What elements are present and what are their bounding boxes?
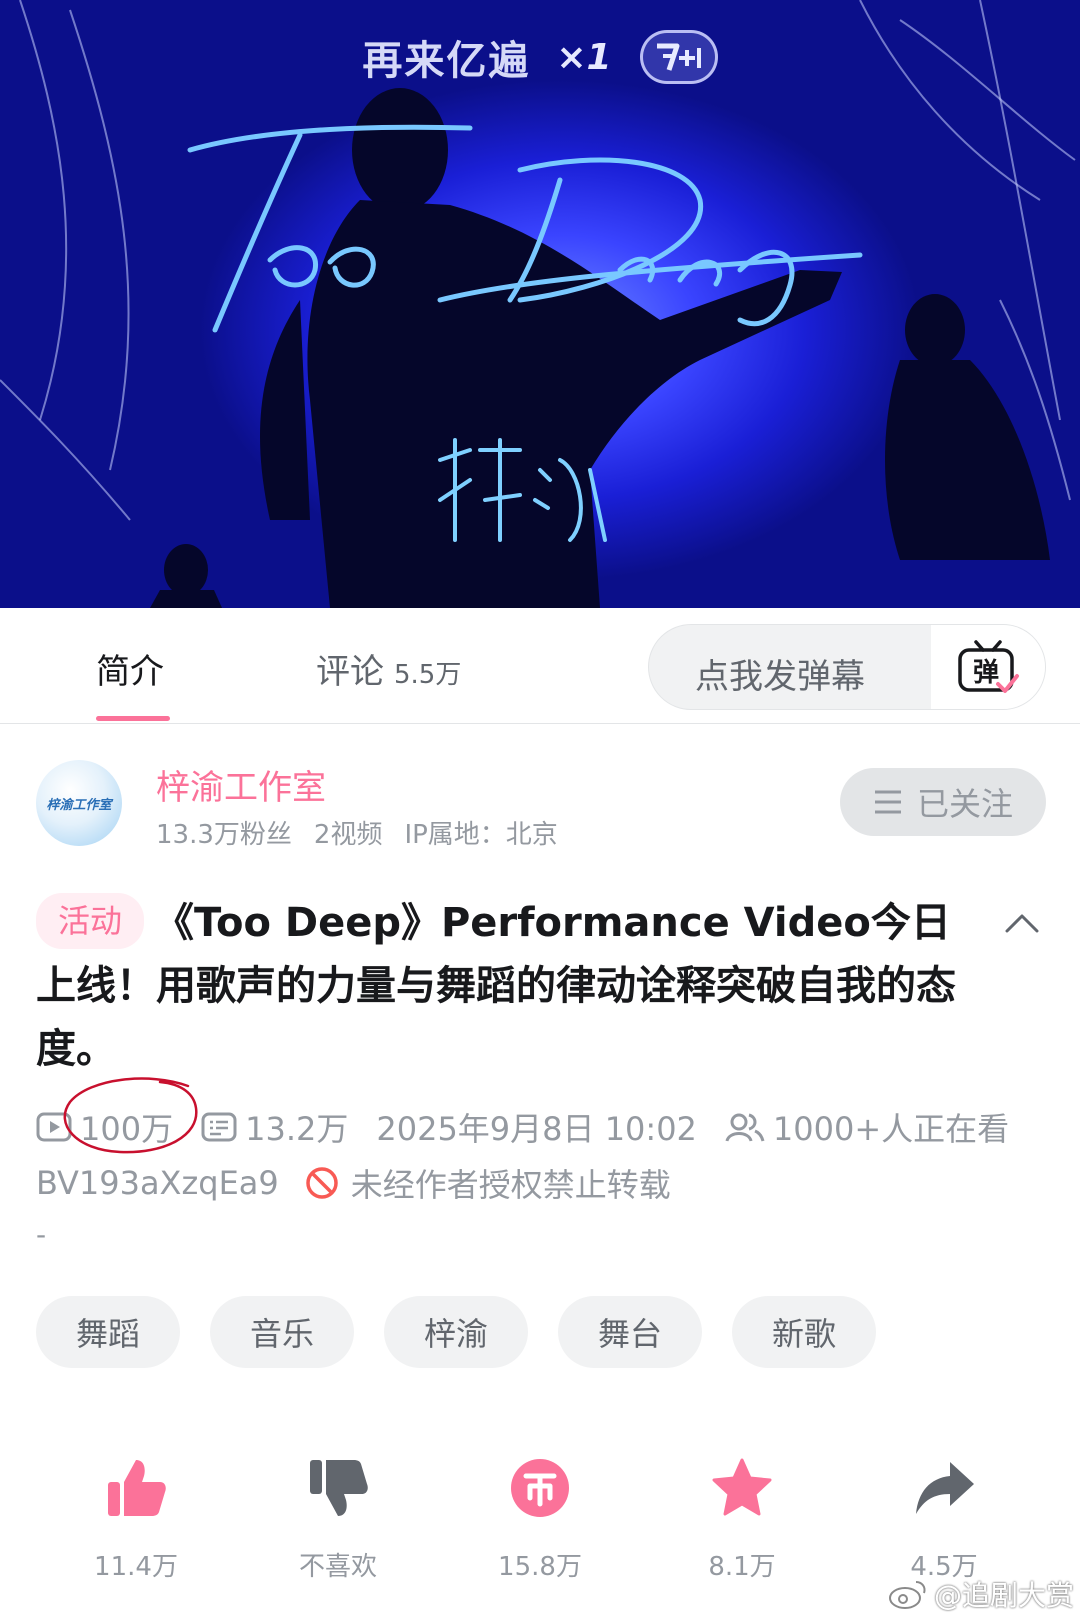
- video-title-text: 《Too Deep》Performance Video今日上线！用歌声的力量与舞…: [36, 900, 956, 1072]
- tag-item[interactable]: 舞台: [558, 1296, 702, 1368]
- chevron-up-icon[interactable]: [1004, 912, 1040, 934]
- danmaku-toggle-icon: 弹: [958, 640, 1019, 693]
- replay-plus-one-icon: [656, 43, 701, 71]
- share-arrow-icon: [916, 1462, 974, 1514]
- tag-item[interactable]: 新歌: [732, 1296, 876, 1368]
- weibo-logo-icon: [889, 1581, 926, 1609]
- coin-count: 15.8万: [498, 1552, 582, 1582]
- menu-icon: [874, 790, 901, 814]
- thumbs-up-icon: [108, 1460, 166, 1516]
- tab-bar: 简介 评论 5.5万 点我发弹幕 弹: [0, 608, 1080, 724]
- publish-datetime: 2025年9月8日 10:02: [376, 1110, 697, 1148]
- like-count: 11.4万: [94, 1552, 178, 1582]
- action-bar: 11.4万 不喜欢 15.8万 8.1万 4.5万: [0, 1448, 1080, 1588]
- danmaku-toggle-button[interactable]: 弹: [931, 625, 1045, 709]
- star-icon: [712, 1458, 772, 1516]
- like-button[interactable]: 11.4万: [56, 1448, 216, 1583]
- uploader-ip: IP属地：北京: [404, 820, 558, 850]
- avatar-text: 梓渝工作室: [46, 797, 112, 813]
- favorite-button[interactable]: 8.1万: [662, 1448, 822, 1583]
- dislike-label: 不喜欢: [298, 1552, 377, 1582]
- avatar[interactable]: 梓渝工作室: [36, 760, 122, 846]
- uploader-name[interactable]: 梓渝工作室: [156, 760, 326, 809]
- tag-item[interactable]: 音乐: [210, 1296, 354, 1368]
- tag-list: 舞蹈 音乐 梓渝 舞台 新歌: [36, 1296, 876, 1368]
- follow-button[interactable]: 已关注: [840, 768, 1046, 836]
- uploader-videos: 2视频: [313, 820, 383, 850]
- thumbs-down-icon: [310, 1460, 368, 1516]
- uploader-row: 梓渝工作室 梓渝工作室 13.3万粉丝 2视频 IP属地：北京 已关注: [0, 724, 1080, 864]
- danmaku-toggle-glyph: 弹: [973, 658, 999, 688]
- people-icon: [725, 1113, 765, 1142]
- danmaku-count: 13.2万: [201, 1104, 348, 1150]
- video-player[interactable]: 再来亿遍 ×1: [0, 0, 1080, 608]
- danmaku-count-value: 13.2万: [245, 1110, 349, 1148]
- replay-plus-one-button[interactable]: [639, 30, 718, 84]
- dislike-button[interactable]: 不喜欢: [258, 1448, 418, 1583]
- uploader-fans: 13.3万粉丝: [156, 820, 292, 850]
- bvid-row: BV193aXzqEa9 未经作者授权禁止转载: [36, 1160, 671, 1206]
- watching-now: 1000+人正在看: [725, 1104, 1009, 1150]
- video-title: 活动 《Too Deep》Performance Video今日上线！用歌声的力量…: [36, 892, 966, 1081]
- tag-item[interactable]: 梓渝: [384, 1296, 528, 1368]
- watermark-text: @追剧大赏: [934, 1579, 1075, 1612]
- promo-count: ×1: [556, 36, 612, 78]
- tab-comments-label: 评论: [316, 652, 384, 692]
- tab-comments[interactable]: 评论 5.5万: [316, 644, 461, 693]
- play-count: 100万: [36, 1104, 173, 1150]
- promo-text: 再来亿遍: [362, 38, 531, 84]
- danmaku-input[interactable]: 点我发弹幕 弹: [648, 624, 1046, 710]
- coin-button[interactable]: 15.8万: [460, 1448, 620, 1583]
- description-text: -: [36, 1218, 47, 1251]
- tab-comments-count: 5.5万: [394, 660, 462, 690]
- promo-banner[interactable]: 再来亿遍 ×1: [0, 28, 1080, 86]
- tab-active-indicator: [96, 716, 170, 721]
- danmaku-placeholder: 点我发弹幕: [695, 657, 865, 697]
- favorite-count: 8.1万: [708, 1552, 776, 1582]
- tag-item[interactable]: 舞蹈: [36, 1296, 180, 1368]
- video-stats: 100万 13.2万 2025年9月8日 10:02 1000+人正在看: [36, 1104, 1009, 1150]
- video-frame: [0, 0, 1076, 608]
- copyright-text: 未经作者授权禁止转载: [350, 1166, 671, 1204]
- danmaku-count-icon: [201, 1112, 237, 1142]
- copyright-notice: 未经作者授权禁止转载: [305, 1160, 671, 1206]
- share-button[interactable]: 4.5万: [864, 1448, 1024, 1583]
- follow-label: 已关注: [916, 785, 1013, 823]
- watching-now-value: 1000+人正在看: [772, 1110, 1010, 1148]
- coin-icon: [511, 1459, 569, 1517]
- play-count-value: 100万: [80, 1110, 174, 1148]
- tab-intro[interactable]: 简介: [96, 644, 164, 693]
- activity-tag[interactable]: 活动: [36, 893, 145, 949]
- bvid[interactable]: BV193aXzqEa9: [36, 1164, 279, 1202]
- watermark: @追剧大赏: [888, 1574, 1074, 1614]
- forbidden-icon: [306, 1167, 338, 1199]
- tab-intro-label: 简介: [96, 652, 164, 692]
- uploader-meta: 13.3万粉丝 2视频 IP属地：北京: [156, 814, 558, 851]
- play-count-icon: [36, 1112, 72, 1142]
